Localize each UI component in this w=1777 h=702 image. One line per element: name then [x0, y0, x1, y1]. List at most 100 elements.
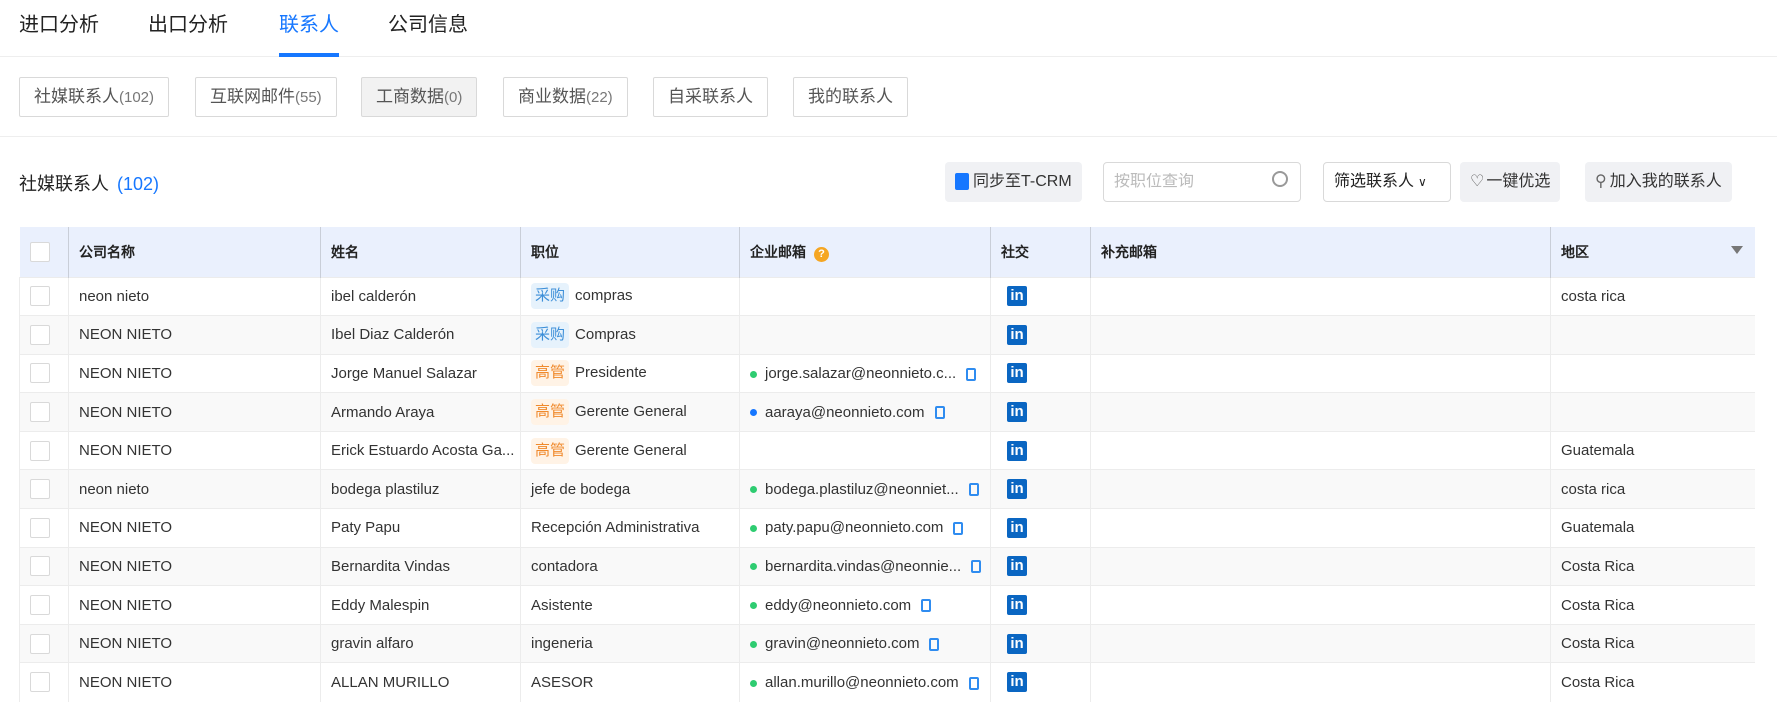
copy-icon[interactable]	[966, 367, 977, 381]
linkedin-icon[interactable]: in	[1007, 440, 1027, 461]
position-search-input[interactable]	[1114, 173, 1274, 191]
linkedin-icon[interactable]: in	[1007, 595, 1027, 616]
tab-import-analysis[interactable]: 进口分析	[19, 10, 99, 57]
linkedin-icon[interactable]: in	[1007, 556, 1027, 577]
email-text[interactable]: bodega.plastiluz@neonniet...	[765, 481, 959, 498]
row-checkbox[interactable]	[30, 479, 50, 500]
email-text[interactable]: gravin@neonnieto.com	[765, 635, 919, 652]
row-select[interactable]	[19, 276, 69, 316]
linkedin-icon[interactable]: in	[1007, 517, 1027, 538]
row-checkbox[interactable]	[30, 363, 50, 384]
email-cell: bernardita.vindas@neonnie...	[739, 546, 991, 586]
table-row[interactable]: NEON NIETO Bernardita Vindas contadora b…	[19, 546, 1755, 586]
row-select[interactable]	[19, 585, 69, 625]
table-row[interactable]: NEON NIETO gravin alfaro ingeneria gravi…	[19, 623, 1755, 663]
email-cell: bodega.plastiluz@neonniet...	[739, 469, 991, 509]
row-checkbox[interactable]	[30, 595, 50, 616]
table-header: 公司名称 姓名 职位 企业邮箱? 社交 补充邮箱 地区	[19, 227, 1755, 277]
row-select[interactable]	[19, 430, 69, 470]
table-row[interactable]: NEON NIETO Ibel Diaz Calderón 采购 Compras …	[19, 315, 1755, 355]
name-cell: Ibel Diaz Calderón	[320, 315, 521, 355]
filter-contacts-select[interactable]: 筛选联系人 ∨	[1323, 162, 1451, 202]
copy-icon[interactable]	[929, 637, 940, 651]
table-row[interactable]: NEON NIETO Eddy Malespin Asistente eddy@…	[19, 585, 1755, 625]
row-select[interactable]	[19, 662, 69, 702]
filter-icon[interactable]	[1730, 245, 1743, 254]
linkedin-icon[interactable]: in	[1007, 286, 1027, 307]
extra-email-cell	[1090, 508, 1551, 548]
linkedin-icon[interactable]: in	[1007, 363, 1027, 384]
name-cell: Armando Araya	[320, 392, 521, 432]
help-icon[interactable]: ?	[814, 246, 829, 262]
subtab-social-contacts[interactable]: 社媒联系人(102)	[19, 77, 170, 117]
region-cell	[1550, 315, 1755, 355]
copy-icon[interactable]	[934, 406, 945, 420]
table-row[interactable]: neon nieto bodega plastiluz jefe de bode…	[19, 469, 1755, 509]
row-checkbox[interactable]	[30, 633, 50, 654]
tab-contacts[interactable]: 联系人	[279, 10, 339, 57]
select-all[interactable]	[19, 227, 69, 277]
copy-icon[interactable]	[921, 599, 932, 613]
linkedin-icon[interactable]: in	[1007, 633, 1027, 654]
table-row[interactable]: NEON NIETO ALLAN MURILLO ASESOR allan.mu…	[19, 662, 1755, 702]
copy-icon[interactable]	[968, 676, 979, 690]
email-text[interactable]: eddy@neonnieto.com	[765, 597, 911, 614]
one-click-optimize-button[interactable]: ♡ 一键优选	[1460, 162, 1561, 202]
row-select[interactable]	[19, 392, 69, 432]
linkedin-icon[interactable]: in	[1007, 672, 1027, 693]
email-text[interactable]: allan.murillo@neonnieto.com	[765, 674, 959, 691]
row-checkbox[interactable]	[30, 440, 50, 461]
company-cell: NEON NIETO	[68, 392, 321, 432]
row-select[interactable]	[19, 315, 69, 355]
tab-export-analysis[interactable]: 出口分析	[148, 10, 228, 57]
source-tabs: 社媒联系人(102) 互联网邮件(55) 工商数据(0) 商业数据(22) 自采…	[0, 57, 1777, 137]
row-checkbox[interactable]	[30, 286, 50, 307]
position-search[interactable]	[1103, 162, 1301, 202]
social-cell: in	[990, 469, 1091, 509]
email-text[interactable]: paty.papu@neonnieto.com	[765, 519, 943, 536]
extra-email-cell	[1090, 585, 1551, 625]
position-text: ingeneria	[531, 635, 593, 653]
copy-icon[interactable]	[968, 483, 979, 497]
row-select[interactable]	[19, 623, 69, 663]
email-text[interactable]: bernardita.vindas@neonnie...	[765, 558, 961, 575]
row-checkbox[interactable]	[30, 556, 50, 577]
email-text[interactable]: aaraya@neonnieto.com	[765, 404, 925, 421]
chevron-down-icon: ∨	[1418, 175, 1427, 189]
subtab-business-registry[interactable]: 工商数据(0)	[361, 77, 478, 117]
copy-icon[interactable]	[953, 521, 964, 535]
company-cell: neon nieto	[68, 469, 321, 509]
table-row[interactable]: NEON NIETO Paty Papu Recepción Administr…	[19, 508, 1755, 548]
linkedin-icon[interactable]: in	[1007, 402, 1027, 423]
email-status-icon	[750, 640, 757, 648]
row-select[interactable]	[19, 469, 69, 509]
subtab-my-contacts[interactable]: 我的联系人	[793, 77, 908, 117]
extra-email-cell	[1090, 353, 1551, 393]
subtab-self-collected[interactable]: 自采联系人	[653, 77, 768, 117]
extra-email-cell	[1090, 430, 1551, 470]
row-checkbox[interactable]	[30, 672, 50, 693]
row-select[interactable]	[19, 508, 69, 548]
subtab-internet-email[interactable]: 互联网邮件(55)	[195, 77, 337, 117]
row-select[interactable]	[19, 353, 69, 393]
subtab-commercial-data[interactable]: 商业数据(22)	[503, 77, 628, 117]
row-select[interactable]	[19, 546, 69, 586]
count: (22)	[586, 89, 613, 106]
table-row[interactable]: NEON NIETO Jorge Manuel Salazar 高管 Presid…	[19, 353, 1755, 393]
table-row[interactable]: NEON NIETO Erick Estuardo Acosta Ga... 高…	[19, 430, 1755, 470]
sync-crm-button[interactable]: 同步至T-CRM	[945, 162, 1082, 202]
copy-icon[interactable]	[971, 560, 982, 574]
select-all-checkbox[interactable]	[29, 241, 50, 262]
row-checkbox[interactable]	[30, 517, 50, 538]
table-row[interactable]: NEON NIETO Armando Araya 高管 Gerente Gener…	[19, 392, 1755, 432]
add-to-my-contacts-button[interactable]: ⚲ 加入我的联系人	[1585, 162, 1732, 202]
col-region-label: 地区	[1561, 243, 1589, 260]
row-checkbox[interactable]	[30, 402, 50, 423]
social-cell: in	[990, 585, 1091, 625]
table-row[interactable]: neon nieto ibel calderón 采购 compras in co…	[19, 276, 1755, 316]
tab-company-info[interactable]: 公司信息	[388, 10, 468, 57]
linkedin-icon[interactable]: in	[1007, 479, 1027, 500]
linkedin-icon[interactable]: in	[1007, 324, 1027, 345]
email-text[interactable]: jorge.salazar@neonnieto.c...	[765, 365, 956, 382]
row-checkbox[interactable]	[30, 324, 50, 345]
